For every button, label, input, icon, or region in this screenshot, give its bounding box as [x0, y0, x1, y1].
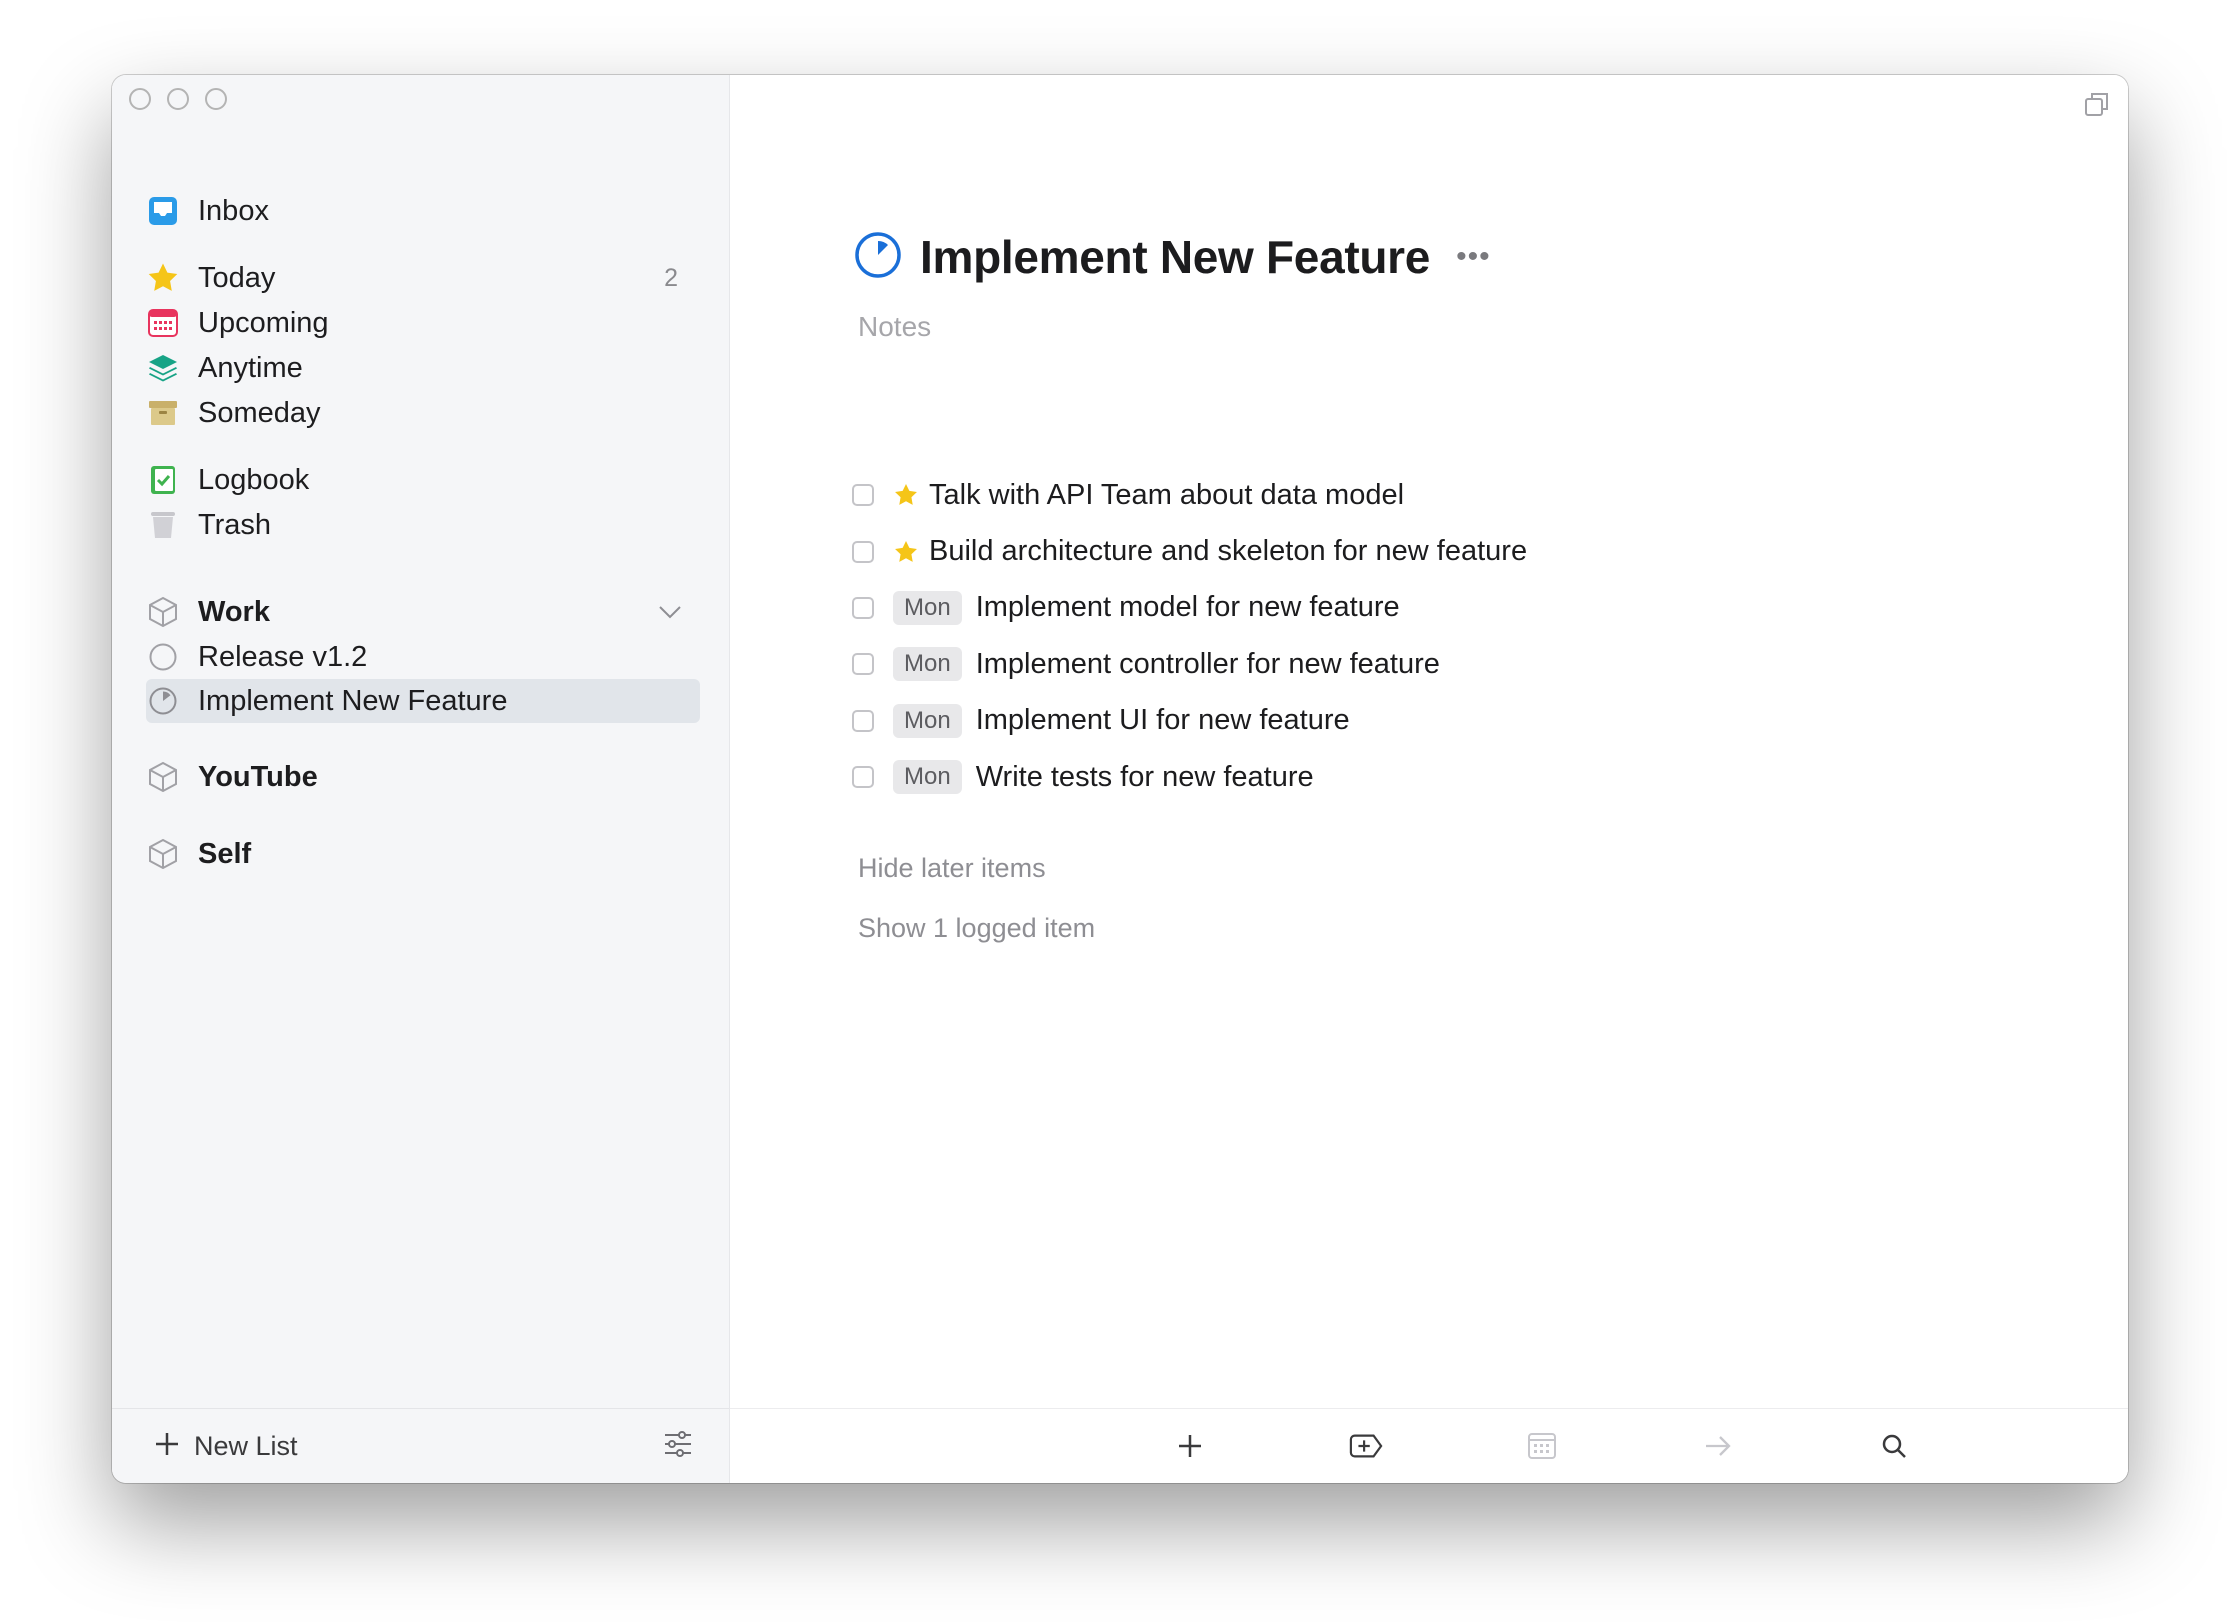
move-button[interactable]: [1701, 1429, 1735, 1463]
plus-icon: [154, 1431, 180, 1462]
sidebar-item-anytime[interactable]: Anytime: [146, 346, 696, 390]
chevron-down-icon[interactable]: [656, 596, 684, 631]
task-checkbox[interactable]: [852, 653, 874, 676]
cube-icon: [146, 837, 180, 871]
task-title: Talk with API Team about data model: [929, 478, 1405, 511]
inbox-icon: [146, 194, 180, 228]
sidebar-footer: New List: [112, 1408, 729, 1483]
close-window-button[interactable]: [129, 88, 151, 110]
sidebar-item-logbook[interactable]: Logbook: [146, 458, 696, 502]
sidebar-item-label: Release v1.2: [198, 640, 368, 673]
sidebar-item-label: Upcoming: [198, 306, 329, 339]
task-row[interactable]: Build architecture and skeleton for new …: [852, 523, 1527, 579]
add-heading-button[interactable]: [1349, 1429, 1383, 1463]
archive-box-icon: [146, 396, 180, 430]
calendar-icon: [146, 306, 180, 340]
sidebar-area-self[interactable]: Self: [146, 832, 696, 876]
project-progress-icon: [146, 640, 180, 674]
task-row[interactable]: Mon Write tests for new feature: [852, 749, 1527, 805]
task-title: Build architecture and skeleton for new …: [929, 535, 1528, 568]
sidebar-project-release[interactable]: Release v1.2: [146, 635, 696, 679]
today-count-badge: 2: [664, 263, 678, 292]
sidebar-item-label: Logbook: [198, 463, 310, 496]
add-todo-button[interactable]: [1173, 1429, 1207, 1463]
when-button[interactable]: [1525, 1429, 1559, 1463]
window-controls: [129, 88, 227, 110]
sidebar: Inbox Today 2 Upcoming Anytime Someday L…: [112, 75, 730, 1483]
sidebar-area-work[interactable]: Work: [146, 590, 696, 634]
search-button[interactable]: [1877, 1429, 1911, 1463]
date-tag: Mon: [893, 647, 962, 682]
task-row[interactable]: Mon Implement controller for new feature: [852, 636, 1527, 692]
trash-icon: [146, 508, 180, 542]
app-window: Inbox Today 2 Upcoming Anytime Someday L…: [112, 75, 2128, 1483]
project-header: Implement New Feature •••: [854, 230, 1491, 284]
sidebar-item-label: Self: [198, 837, 252, 870]
page-title[interactable]: Implement New Feature: [920, 230, 1430, 284]
sidebar-item-label: YouTube: [198, 760, 318, 793]
sidebar-item-label: Someday: [198, 396, 321, 429]
sidebar-item-label: Anytime: [198, 351, 303, 384]
project-progress-icon: [146, 684, 180, 718]
add-heading-icon: [1349, 1434, 1383, 1458]
minimize-window-button[interactable]: [167, 88, 189, 110]
task-checkbox[interactable]: [852, 540, 874, 563]
task-title: Implement UI for new feature: [975, 704, 1350, 737]
sidebar-item-label: Trash: [198, 508, 272, 541]
task-checkbox[interactable]: [852, 596, 874, 619]
filter-settings-button[interactable]: [663, 1429, 693, 1464]
new-list-button[interactable]: New List: [154, 1431, 298, 1462]
task-checkbox[interactable]: [852, 709, 874, 732]
task-list: Talk with API Team about data model Buil…: [852, 467, 1527, 805]
sidebar-item-someday[interactable]: Someday: [146, 391, 696, 435]
date-tag: Mon: [893, 590, 962, 625]
sidebar-item-inbox[interactable]: Inbox: [146, 189, 696, 233]
main-content: Implement New Feature ••• Notes Talk wit…: [730, 75, 2128, 1483]
calendar-icon: [1528, 1433, 1556, 1459]
plus-icon: [1179, 1435, 1201, 1457]
sliders-icon: [665, 1431, 691, 1457]
sidebar-area-youtube[interactable]: YouTube: [146, 755, 696, 799]
new-window-button[interactable]: [2082, 89, 2112, 124]
task-row[interactable]: Mon Implement UI for new feature: [852, 693, 1527, 749]
sidebar-project-implement-new-feature[interactable]: Implement New Feature: [146, 679, 700, 723]
date-tag: Mon: [893, 760, 962, 795]
sidebar-item-label: Today: [198, 261, 276, 294]
task-title: Write tests for new feature: [975, 760, 1314, 793]
logbook-icon: [146, 463, 180, 497]
project-progress-icon: [854, 231, 902, 284]
arrow-right-icon: [1706, 1436, 1731, 1456]
sidebar-item-trash[interactable]: Trash: [146, 503, 696, 547]
sidebar-item-label: Implement New Feature: [198, 684, 508, 717]
duplicate-window-icon: [2085, 93, 2108, 116]
task-row[interactable]: Mon Implement model for new feature: [852, 580, 1527, 636]
bottom-toolbar: [730, 1408, 2128, 1483]
task-title: Implement model for new feature: [975, 591, 1400, 624]
show-logged-items-link[interactable]: Show 1 logged item: [858, 913, 1095, 944]
new-list-label: New List: [194, 1430, 298, 1461]
task-title: Implement controller for new feature: [975, 647, 1440, 680]
layers-icon: [146, 351, 180, 385]
date-tag: Mon: [893, 703, 962, 738]
star-icon: [893, 539, 919, 565]
zoom-window-button[interactable]: [205, 88, 227, 110]
notes-field[interactable]: Notes: [858, 311, 931, 343]
sidebar-item-label: Work: [198, 595, 270, 628]
task-row[interactable]: Talk with API Team about data model: [852, 467, 1527, 523]
task-checkbox[interactable]: [852, 484, 874, 507]
hide-later-items-link[interactable]: Hide later items: [858, 853, 1046, 884]
cube-icon: [146, 595, 180, 629]
task-checkbox[interactable]: [852, 766, 874, 789]
more-options-button[interactable]: •••: [1456, 240, 1491, 274]
star-icon: [893, 482, 919, 508]
search-icon: [1882, 1434, 1906, 1458]
sidebar-item-upcoming[interactable]: Upcoming: [146, 301, 696, 345]
cube-icon: [146, 760, 180, 794]
sidebar-item-today[interactable]: Today 2: [146, 256, 696, 300]
sidebar-item-label: Inbox: [198, 194, 269, 227]
star-icon: [146, 261, 180, 295]
